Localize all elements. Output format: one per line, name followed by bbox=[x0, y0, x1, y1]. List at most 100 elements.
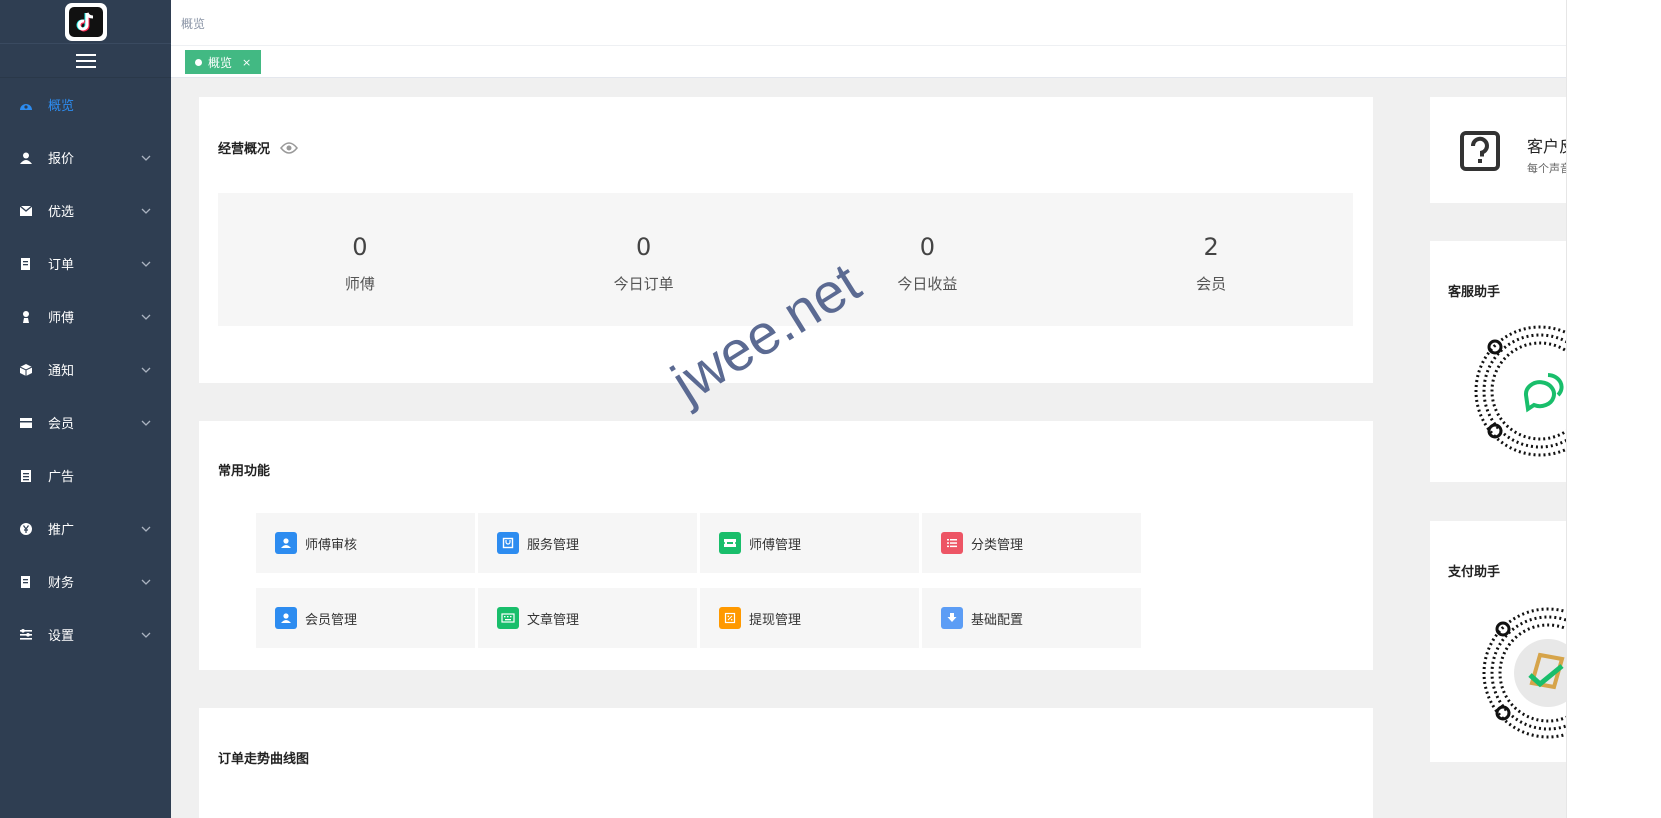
stat-members: 2 会员 bbox=[1069, 193, 1353, 326]
sidebar-item-label: 设置 bbox=[48, 629, 75, 644]
func-worker-manage[interactable]: 师傅管理 bbox=[700, 513, 919, 573]
feedback-subtitle: 每个声音 bbox=[1527, 162, 1571, 175]
tab-overview[interactable]: 概览 × bbox=[185, 50, 262, 74]
hamburger-icon bbox=[75, 53, 96, 68]
stat-today-orders: 0 今日订单 bbox=[502, 193, 786, 326]
stat-label: 今日订单 bbox=[613, 275, 674, 293]
overview-card: 经营概况 0 师傅 0 今日订单 0 今日收益 2 会员 bbox=[199, 97, 1373, 383]
functions-grid: 师傅审核 服务管理 师傅管理 分类管理 会员管理 文章管理 提现管理 基础配置 bbox=[256, 513, 1141, 648]
sidebar-item-finance[interactable]: 财务 bbox=[0, 555, 171, 608]
chevron-down-icon bbox=[141, 314, 151, 320]
func-category-manage[interactable]: 分类管理 bbox=[922, 513, 1141, 573]
chevron-down-icon bbox=[141, 579, 151, 585]
stat-workers: 0 师傅 bbox=[218, 193, 502, 326]
func-service-manage[interactable]: 服务管理 bbox=[478, 513, 697, 573]
download-icon bbox=[941, 607, 963, 629]
trend-card: 订单走势曲线图 bbox=[199, 708, 1373, 818]
stat-label: 师傅 bbox=[344, 275, 375, 293]
settings-icon bbox=[19, 628, 33, 642]
menu-toggle-button[interactable] bbox=[0, 44, 171, 78]
question-icon bbox=[1460, 131, 1500, 171]
func-label: 文章管理 bbox=[527, 612, 580, 628]
user-icon bbox=[275, 607, 297, 629]
chevron-down-icon bbox=[141, 526, 151, 532]
logo[interactable] bbox=[64, 2, 107, 41]
card-icon bbox=[19, 416, 33, 430]
sidebar: 概览 报价 优选 订单 师傅 通知 会员 广告 推广 财务 设置 bbox=[0, 0, 171, 818]
sidebar-menu: 概览 报价 优选 订单 师傅 通知 会员 广告 推广 财务 设置 bbox=[0, 78, 171, 661]
chevron-down-icon bbox=[141, 420, 151, 426]
percent-icon bbox=[719, 607, 741, 629]
stat-label: 会员 bbox=[1196, 275, 1227, 293]
finance-icon bbox=[19, 575, 33, 589]
yen-icon bbox=[19, 522, 33, 536]
sidebar-item-label: 会员 bbox=[48, 417, 75, 432]
sidebar-item-quote[interactable]: 报价 bbox=[0, 131, 171, 184]
chevron-down-icon bbox=[141, 208, 151, 214]
func-withdraw-manage[interactable]: 提现管理 bbox=[700, 588, 919, 648]
sidebar-item-label: 广告 bbox=[48, 470, 75, 485]
sidebar-item-notice[interactable]: 通知 bbox=[0, 343, 171, 396]
func-member-manage[interactable]: 会员管理 bbox=[256, 588, 475, 648]
func-label: 服务管理 bbox=[527, 537, 580, 553]
trend-title: 订单走势曲线图 bbox=[218, 752, 310, 767]
chevron-down-icon bbox=[141, 261, 151, 267]
logo-area bbox=[0, 0, 171, 44]
sidebar-item-label: 概览 bbox=[48, 99, 75, 114]
calendar-icon bbox=[19, 469, 33, 483]
sidebar-item-select[interactable]: 优选 bbox=[0, 184, 171, 237]
pay-helper-title: 支付助手 bbox=[1448, 565, 1501, 580]
document-icon bbox=[19, 257, 33, 271]
sidebar-item-label: 师傅 bbox=[48, 311, 75, 326]
functions-title: 常用功能 bbox=[218, 464, 271, 479]
sidebar-item-label: 报价 bbox=[48, 152, 75, 167]
breadcrumb[interactable]: 概览 bbox=[181, 15, 205, 32]
overview-title: 经营概况 bbox=[218, 142, 271, 157]
func-label: 分类管理 bbox=[971, 537, 1024, 553]
sidebar-item-promote[interactable]: 推广 bbox=[0, 502, 171, 555]
sidebar-item-label: 财务 bbox=[48, 576, 75, 591]
music-note-icon bbox=[68, 6, 103, 37]
func-label: 提现管理 bbox=[749, 612, 802, 628]
stats-panel: 0 师傅 0 今日订单 0 今日收益 2 会员 bbox=[218, 193, 1353, 326]
user-tie-icon bbox=[19, 151, 33, 165]
sidebar-item-members[interactable]: 会员 bbox=[0, 396, 171, 449]
stat-value: 0 bbox=[352, 233, 368, 261]
func-label: 师傅管理 bbox=[749, 537, 802, 553]
sidebar-item-overview[interactable]: 概览 bbox=[0, 78, 171, 131]
sidebar-item-label: 优选 bbox=[48, 205, 75, 220]
stat-value: 0 bbox=[635, 233, 652, 261]
func-worker-review[interactable]: 师傅审核 bbox=[256, 513, 475, 573]
stat-value: 2 bbox=[1203, 233, 1219, 261]
cube-icon bbox=[19, 363, 33, 377]
mail-icon bbox=[19, 204, 33, 218]
stat-label: 今日收益 bbox=[897, 275, 958, 293]
sidebar-item-label: 推广 bbox=[48, 523, 75, 538]
close-icon[interactable]: × bbox=[242, 56, 251, 69]
sidebar-item-orders[interactable]: 订单 bbox=[0, 237, 171, 290]
chevron-down-icon bbox=[141, 155, 151, 161]
chevron-down-icon bbox=[141, 632, 151, 638]
user-icon bbox=[275, 532, 297, 554]
tabs-bar: 概览 × bbox=[171, 46, 1661, 78]
stat-today-income: 0 今日收益 bbox=[786, 193, 1070, 326]
sidebar-item-ads[interactable]: 广告 bbox=[0, 449, 171, 502]
func-basic-config[interactable]: 基础配置 bbox=[922, 588, 1141, 648]
list-icon bbox=[941, 532, 963, 554]
stat-value: 0 bbox=[919, 233, 936, 261]
func-article-manage[interactable]: 文章管理 bbox=[478, 588, 697, 648]
active-dot-icon bbox=[195, 58, 202, 66]
functions-card: 常用功能 师傅审核 服务管理 师傅管理 分类管理 会员管理 文章管理 提现管理 … bbox=[199, 421, 1373, 670]
sidebar-item-workers[interactable]: 师傅 bbox=[0, 290, 171, 343]
sidebar-item-label: 订单 bbox=[48, 258, 75, 273]
bag-icon bbox=[497, 532, 519, 554]
sidebar-item-settings[interactable]: 设置 bbox=[0, 608, 171, 661]
dashboard-icon bbox=[19, 98, 33, 112]
right-edge-area bbox=[1567, 0, 1661, 818]
header-bar: 概览 bbox=[171, 0, 1661, 46]
func-label: 会员管理 bbox=[305, 612, 358, 628]
chevron-down-icon bbox=[141, 367, 151, 373]
eye-icon[interactable] bbox=[280, 141, 298, 154]
func-label: 师傅审核 bbox=[305, 537, 358, 553]
ticket-icon bbox=[719, 532, 741, 554]
